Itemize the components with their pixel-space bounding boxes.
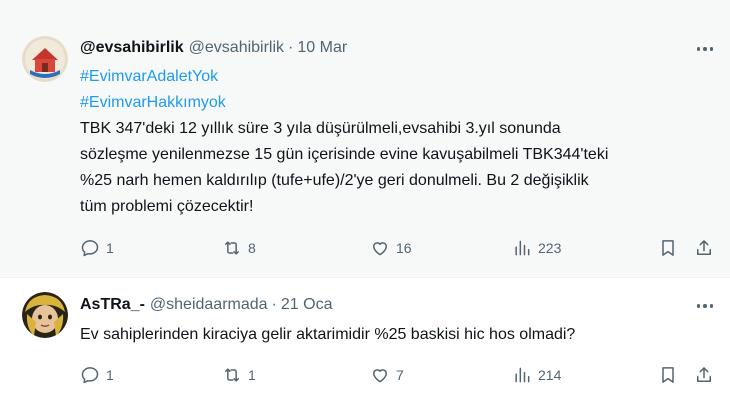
tweet-actions: 1 8 16 223	[80, 236, 720, 260]
bookmark-button[interactable]	[658, 363, 678, 387]
tweet-header: AsTRa_- @sheidaarmada · 21 Oca	[80, 294, 332, 316]
reply-icon	[81, 367, 99, 384]
like-button[interactable]: 16	[370, 236, 412, 260]
views-button[interactable]: 214	[512, 363, 561, 387]
retweet-button[interactable]: 8	[222, 236, 256, 260]
retweet-count: 1	[248, 367, 256, 383]
heart-icon	[373, 369, 387, 383]
character-avatar-icon	[22, 292, 68, 338]
views-count: 223	[538, 240, 562, 256]
like-count: 16	[396, 240, 412, 256]
tweet-text-line: TBK 347'deki 12 yıllık süre 3 yıla düşür…	[80, 120, 561, 137]
tweet-main[interactable]: @evsahibirlik @evsahibirlik · 10 Mar #Ev…	[0, 0, 730, 278]
share-button[interactable]	[694, 236, 714, 260]
more-icon[interactable]	[694, 38, 716, 60]
heart-icon	[373, 242, 387, 256]
tweet-date[interactable]: 21 Oca	[281, 296, 333, 314]
retweet-button[interactable]: 1	[222, 363, 256, 387]
like-button[interactable]: 7	[370, 363, 404, 387]
reply-count: 1	[106, 240, 114, 256]
hashtag-link[interactable]: #EvimvarAdaletYok	[80, 64, 710, 90]
separator-dot: ·	[288, 39, 294, 56]
tweet-text-line: sözleşme yenilenmezse 15 gün içerisinde …	[80, 146, 609, 163]
user-handle[interactable]: @evsahibirlik	[189, 39, 284, 57]
display-name[interactable]: AsTRa_-	[80, 296, 145, 314]
views-icon	[515, 367, 530, 383]
views-button[interactable]: 223	[512, 236, 561, 260]
avatar-astra[interactable]	[22, 292, 68, 338]
like-count: 7	[396, 367, 404, 383]
display-name[interactable]: @evsahibirlik	[80, 39, 184, 57]
bookmark-button[interactable]	[658, 236, 678, 260]
tweet-reply[interactable]: AsTRa_- @sheidaarmada · 21 Oca Ev sahipl…	[0, 278, 730, 420]
tweet-text: Ev sahiplerinden kiraciya gelir aktarimi…	[80, 322, 710, 348]
retweet-count: 8	[248, 240, 256, 256]
tweet-date[interactable]: 10 Mar	[297, 39, 347, 57]
views-count: 214	[538, 367, 562, 383]
user-handle[interactable]: @sheidaarmada	[150, 296, 268, 314]
share-button[interactable]	[694, 363, 714, 387]
tweet-header: @evsahibirlik @evsahibirlik · 10 Mar	[80, 37, 347, 59]
share-icon	[697, 367, 711, 382]
reply-icon	[81, 240, 99, 257]
more-icon[interactable]	[694, 295, 716, 317]
reply-button[interactable]: 1	[80, 236, 114, 260]
separator-dot: ·	[271, 296, 277, 313]
bookmark-icon	[662, 367, 674, 383]
reply-count: 1	[106, 367, 114, 383]
share-icon	[697, 240, 711, 255]
reply-button[interactable]: 1	[80, 363, 114, 387]
bookmark-icon	[662, 240, 674, 256]
tweet-actions: 1 1 7 214	[80, 363, 720, 387]
retweet-icon	[225, 241, 239, 255]
avatar-evsahibirlik[interactable]	[22, 36, 68, 82]
tweet-text-line: Ev sahiplerinden kiraciya gelir aktarimi…	[80, 326, 576, 343]
tweet-text: #EvimvarAdaletYok #EvimvarHakkımyok TBK …	[80, 64, 710, 220]
hashtag-link[interactable]: #EvimvarHakkımyok	[80, 90, 710, 116]
views-icon	[515, 240, 530, 256]
tweet-text-line: tüm problemi çözecektir!	[80, 198, 254, 215]
house-logo-icon	[22, 36, 68, 82]
retweet-icon	[225, 368, 239, 382]
tweet-text-line: %25 narh hemen kaldırılıp (tufe+ufe)/2'y…	[80, 172, 589, 189]
